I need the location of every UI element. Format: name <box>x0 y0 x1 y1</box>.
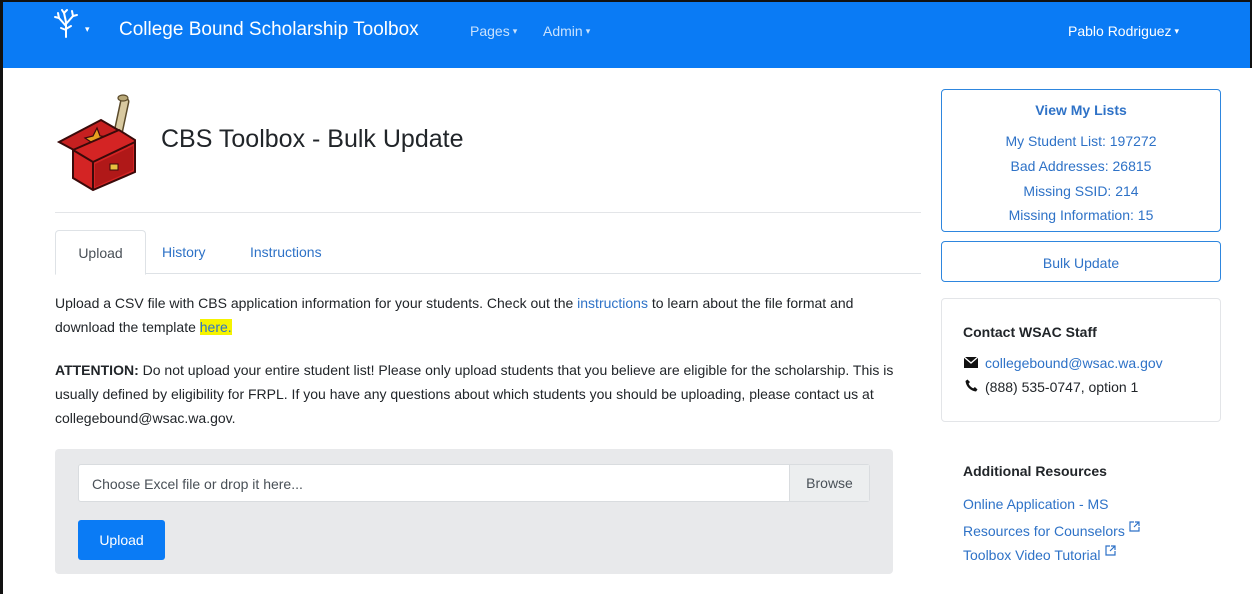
chevron-down-icon: ▾ <box>512 26 518 36</box>
bulk-update-button[interactable]: Bulk Update <box>941 241 1221 282</box>
screen-border-top <box>0 0 1252 2</box>
tab-upload[interactable]: Upload <box>55 230 146 275</box>
list-item-student-list[interactable]: My Student List: 197272 <box>942 133 1220 149</box>
header-divider <box>55 212 921 213</box>
upload-panel: Choose Excel file or drop it here... Bro… <box>55 449 893 574</box>
intro-text-before: Upload a CSV file with CBS application i… <box>55 295 578 311</box>
contact-phone: (888) 535-0747, option 1 <box>985 379 1139 395</box>
nav-admin-label: Admin <box>543 23 583 39</box>
attention-label: ATTENTION: <box>55 362 139 378</box>
resources-title: Additional Resources <box>963 463 1107 479</box>
brand-caret-icon[interactable]: ▾ <box>85 24 90 35</box>
phone-icon <box>963 379 979 395</box>
toolbox-icon <box>56 94 136 192</box>
chevron-down-icon: ▾ <box>1174 26 1180 36</box>
contact-email-link[interactable]: collegebound@wsac.wa.gov <box>985 355 1163 371</box>
nav-pages-label: Pages <box>470 23 510 39</box>
contact-title: Contact WSAC Staff <box>963 324 1097 340</box>
browse-button[interactable]: Browse <box>789 465 869 501</box>
nav-admin-dropdown[interactable]: Admin ▾ <box>543 23 590 39</box>
resource-label: Toolbox Video Tutorial <box>963 547 1101 563</box>
nav-pages-dropdown[interactable]: Pages ▾ <box>470 23 517 39</box>
file-input-placeholder: Choose Excel file or drop it here... <box>92 476 303 492</box>
contact-card: Contact WSAC Staff collegebound@wsac.wa.… <box>941 298 1221 422</box>
resource-link-video-tutorial[interactable]: Toolbox Video Tutorial <box>963 543 1116 563</box>
upload-button[interactable]: Upload <box>78 520 165 560</box>
lists-title[interactable]: View My Lists <box>942 102 1220 118</box>
brand-title[interactable]: College Bound Scholarship Toolbox <box>119 19 419 41</box>
envelope-icon <box>963 355 979 371</box>
page-title: CBS Toolbox - Bulk Update <box>161 125 464 153</box>
contact-phone-row: (888) 535-0747, option 1 <box>963 379 1138 395</box>
contact-email-row: collegebound@wsac.wa.gov <box>963 355 1163 371</box>
view-my-lists-card: View My Lists My Student List: 197272 Ba… <box>941 89 1221 232</box>
resource-label: Online Application - MS <box>963 496 1109 512</box>
template-here-link[interactable]: here. <box>199 319 232 335</box>
chevron-down-icon: ▾ <box>585 26 591 36</box>
tree-logo-icon[interactable] <box>51 8 81 38</box>
user-menu-dropdown[interactable]: Pablo Rodriguez ▾ <box>1068 23 1179 39</box>
attention-paragraph: ATTENTION: Do not upload your entire stu… <box>55 358 900 430</box>
top-navbar: ▾ College Bound Scholarship Toolbox Page… <box>3 2 1250 68</box>
list-item-missing-ssid[interactable]: Missing SSID: 214 <box>942 183 1220 199</box>
intro-paragraph: Upload a CSV file with CBS application i… <box>55 291 900 339</box>
tab-instructions[interactable]: Instructions <box>250 230 322 274</box>
list-item-bad-addresses[interactable]: Bad Addresses: 26815 <box>942 158 1220 174</box>
external-link-icon <box>1104 543 1116 559</box>
instructions-link[interactable]: instructions <box>577 295 648 311</box>
resource-link-online-application[interactable]: Online Application - MS <box>963 496 1109 512</box>
file-input[interactable]: Choose Excel file or drop it here... Bro… <box>78 464 870 502</box>
resource-label: Resources for Counselors <box>963 523 1125 539</box>
tab-history[interactable]: History <box>162 230 206 274</box>
screen-border-left <box>0 0 3 594</box>
tab-bar: Upload History Instructions <box>55 230 921 275</box>
list-item-missing-information[interactable]: Missing Information: 15 <box>942 207 1220 223</box>
external-link-icon <box>1129 519 1140 535</box>
user-name: Pablo Rodriguez <box>1068 23 1172 39</box>
attention-text: Do not upload your entire student list! … <box>55 362 894 426</box>
resource-link-counselors[interactable]: Resources for Counselors <box>963 519 1140 539</box>
